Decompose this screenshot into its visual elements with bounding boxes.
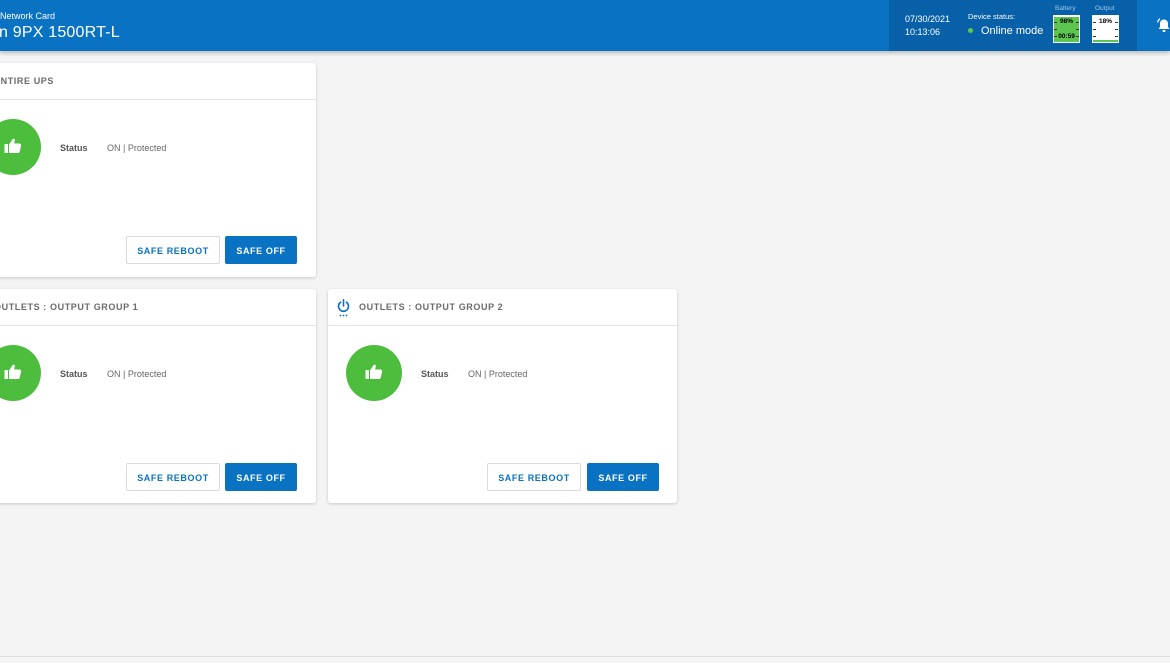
- footer-divider: [0, 656, 1170, 657]
- status-indicator: [0, 119, 41, 175]
- device-status-value: Online mode: [981, 25, 1044, 37]
- gauge-tick: [1093, 29, 1096, 30]
- safe-reboot-button[interactable]: SAFE REBOOT: [487, 463, 581, 491]
- card-title: ENTIRE UPS: [0, 76, 55, 86]
- output-gauge[interactable]: 18%: [1092, 15, 1119, 43]
- current-date: 07/30/2021: [905, 14, 951, 24]
- card-header: OUTLETS : OUTPUT GROUP 1: [0, 289, 316, 326]
- safe-off-button[interactable]: SAFE OFF: [225, 463, 297, 491]
- status-value: ON | Protected: [107, 143, 167, 153]
- power-icon[interactable]: [337, 299, 350, 322]
- gauge-tick: [1093, 36, 1096, 37]
- thumbs-up-icon: [4, 364, 22, 379]
- card-title: OUTLETS : OUTPUT GROUP 1: [0, 302, 139, 312]
- safe-off-button[interactable]: SAFE OFF: [225, 236, 297, 264]
- output-baseline: [1093, 40, 1118, 42]
- gauge-tick: [1054, 29, 1057, 30]
- product-line: Network Card: [0, 11, 56, 21]
- status-label: Status: [60, 369, 88, 379]
- card-header: ENTIRE UPS: [0, 63, 316, 100]
- device-status: Online mode: [968, 25, 1043, 37]
- current-time: 10:13:06: [905, 27, 941, 37]
- safe-reboot-button[interactable]: SAFE REBOOT: [126, 463, 220, 491]
- gauge-tick: [1115, 36, 1118, 37]
- card-title: OUTLETS : OUTPUT GROUP 2: [359, 302, 504, 312]
- battery-runtime: 00:59: [1058, 33, 1075, 40]
- app-header: Network Card n 9PX 1500RT-L 07/30/2021 1…: [0, 0, 1170, 51]
- bell-icon[interactable]: [1157, 18, 1170, 39]
- output-percent: 18%: [1098, 18, 1112, 25]
- output-label: Output: [1095, 5, 1115, 12]
- card-entire-ups: ENTIRE UPS Status ON | Protected SAFE RE…: [0, 63, 316, 277]
- status-value: ON | Protected: [107, 369, 167, 379]
- battery-percent: 98%: [1059, 18, 1073, 25]
- status-label: Status: [421, 369, 449, 379]
- battery-gauge[interactable]: 98% 00:59: [1053, 15, 1080, 43]
- gauge-tick: [1115, 29, 1118, 30]
- thumbs-up-icon: [4, 138, 22, 153]
- battery-label: Battery: [1055, 5, 1076, 12]
- safe-reboot-button[interactable]: SAFE REBOOT: [126, 236, 220, 264]
- gauge-tick: [1076, 29, 1079, 30]
- card-output-group-1: OUTLETS : OUTPUT GROUP 1 Status ON | Pro…: [0, 289, 316, 503]
- status-label: Status: [60, 143, 88, 153]
- status-indicator: [0, 345, 41, 401]
- status-panel: 07/30/2021 10:13:06 Device status: Onlin…: [889, 0, 1137, 51]
- safe-off-button[interactable]: SAFE OFF: [587, 463, 659, 491]
- device-status-label: Device status:: [968, 12, 1016, 21]
- status-dot-icon: [968, 27, 973, 33]
- card-header: OUTLETS : OUTPUT GROUP 2: [328, 289, 677, 326]
- card-output-group-2: OUTLETS : OUTPUT GROUP 2 Status ON | Pro…: [328, 289, 677, 503]
- device-name: n 9PX 1500RT-L: [0, 24, 120, 41]
- thumbs-up-icon: [365, 364, 383, 379]
- status-value: ON | Protected: [468, 369, 528, 379]
- status-indicator: [346, 345, 402, 401]
